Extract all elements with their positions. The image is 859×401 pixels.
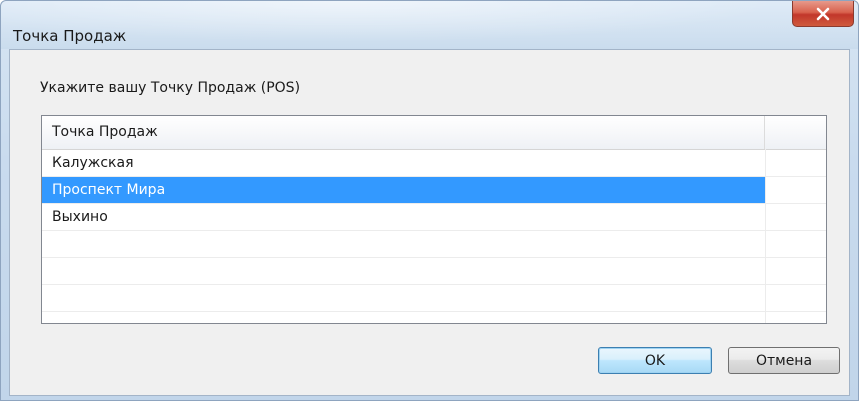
column-header-pos[interactable]: Точка Продаж <box>42 116 765 149</box>
list-header: Точка Продаж <box>42 116 826 150</box>
close-button[interactable] <box>792 1 854 27</box>
list-item[interactable]: Выхино <box>42 204 826 231</box>
list-item[interactable] <box>42 231 826 258</box>
dialog-body: Укажите вашу Точку Продаж (POS) Точка Пр… <box>9 49 850 396</box>
list-item[interactable]: Калужская <box>42 150 826 177</box>
list-item-cell: Калужская <box>42 150 765 176</box>
column-header-filler <box>765 116 826 149</box>
window-title: Точка Продаж <box>13 27 127 45</box>
list-item-label: Выхино <box>52 209 108 225</box>
title-bar[interactable]: Точка Продаж <box>1 1 858 49</box>
list-item-label: Проспект Мира <box>52 182 166 198</box>
list-item-cell <box>42 258 765 284</box>
list-item[interactable] <box>42 258 826 285</box>
close-icon <box>815 7 831 21</box>
ok-button[interactable]: OK <box>598 347 712 374</box>
list-item-cell <box>42 285 765 311</box>
pos-list[interactable]: Точка Продаж Калужская Проспект Мира Вых… <box>41 115 827 324</box>
list-rows: Калужская Проспект Мира Выхино <box>42 150 826 312</box>
column-divider <box>765 149 766 323</box>
list-item-cell <box>42 231 765 257</box>
list-item[interactable]: Проспект Мира <box>42 177 826 204</box>
list-item[interactable] <box>42 285 826 312</box>
column-header-label: Точка Продаж <box>52 124 158 140</box>
list-item-label: Калужская <box>52 155 134 171</box>
list-item-cell: Выхино <box>42 204 765 230</box>
prompt-label: Укажите вашу Точку Продаж (POS) <box>40 80 301 96</box>
list-item-cell: Проспект Мира <box>42 177 765 203</box>
dialog-window: Точка Продаж Укажите вашу Точку Продаж (… <box>0 0 859 401</box>
cancel-button[interactable]: Отмена <box>728 347 840 374</box>
